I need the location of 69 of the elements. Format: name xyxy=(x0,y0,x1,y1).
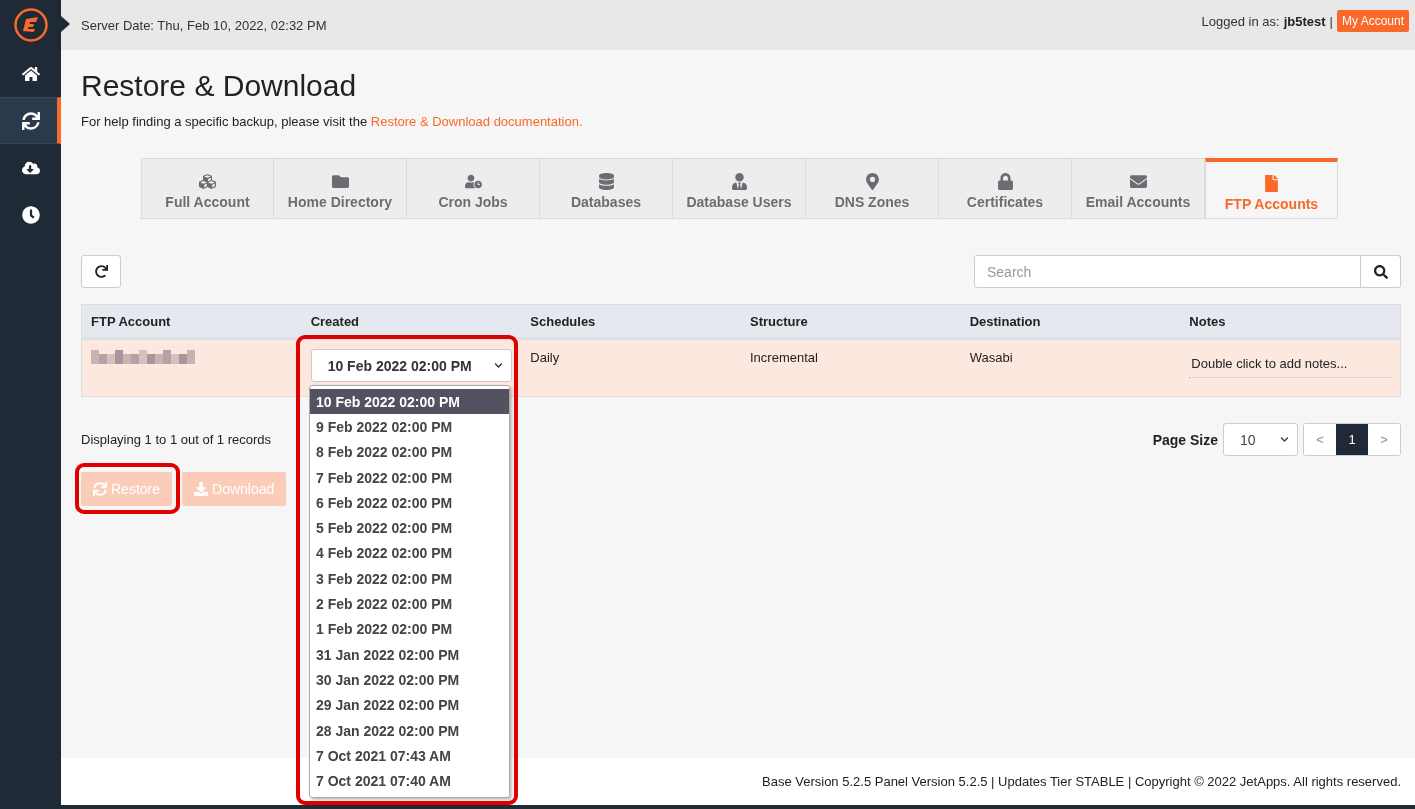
created-select[interactable]: 10 Feb 2022 02:00 PM xyxy=(310,349,512,382)
dropdown-option[interactable]: 7 Feb 2022 02:00 PM xyxy=(310,464,509,491)
folder-icon xyxy=(331,173,349,190)
sync-icon xyxy=(21,111,40,130)
tab[interactable]: Databases xyxy=(540,158,673,219)
page-size-label: Page Size xyxy=(1152,431,1218,448)
dropdown-option[interactable]: 10 Feb 2022 02:00 PM xyxy=(310,389,509,415)
tab[interactable]: Home Directory xyxy=(274,158,407,219)
chevron-icon xyxy=(1280,435,1289,444)
database-icon xyxy=(597,173,615,190)
sidebar-item[interactable] xyxy=(0,97,61,144)
dropdown-option[interactable]: 8 Feb 2022 02:00 PM xyxy=(310,439,509,465)
user-clock-icon xyxy=(464,173,482,190)
tab[interactable]: Email Accounts xyxy=(1072,158,1205,219)
dropdown-option[interactable]: 1 Feb 2022 02:00 PM xyxy=(310,616,509,642)
table-cell-text: Incremental xyxy=(749,349,819,367)
column-header: Destination xyxy=(960,305,1181,340)
map-pin-icon xyxy=(863,173,881,190)
envelope-icon xyxy=(1129,173,1147,190)
clock-icon xyxy=(21,205,40,224)
tab[interactable]: Database Users xyxy=(673,158,806,219)
dropdown-option[interactable]: 5 Feb 2022 02:00 PM xyxy=(310,515,509,541)
column-header: FTP Account xyxy=(82,305,302,340)
dropdown-option[interactable]: 9 Feb 2022 02:00 PM xyxy=(310,414,509,440)
separator: | xyxy=(1329,13,1333,29)
dropdown-option[interactable]: 7 Oct 2021 07:40 AM xyxy=(310,768,509,794)
page-button[interactable]: 1 xyxy=(1336,424,1368,455)
dropdown-option[interactable]: 7 Oct 2021 07:43 AM xyxy=(310,743,509,769)
home-icon xyxy=(21,64,40,83)
table-row[interactable]: 10 Feb 2022 02:00 PM Daily Incremental Wasabi Double click to add notes... xyxy=(82,340,1400,396)
logged-in-label: Logged in as: xyxy=(1201,13,1280,29)
dropdown-option[interactable]: 31 Jan 2022 02:00 PM xyxy=(310,641,509,668)
notes-field[interactable]: Double click to add notes... xyxy=(1189,356,1391,378)
cubes-icon xyxy=(199,173,216,190)
footer-text: Base Version 5.2.5 Panel Version 5.2.5 | Updates Tier STABLE | Copyright © 2022 JetApps. All rights reserved. xyxy=(762,774,1401,789)
dropdown-option[interactable]: 28 Jan 2022 02:00 PM xyxy=(310,717,509,744)
dropdown-option[interactable]: 30 Jan 2022 02:00 PM xyxy=(310,667,509,693)
file-icon xyxy=(1263,174,1280,192)
search-button[interactable] xyxy=(1361,255,1401,288)
column-header: Notes xyxy=(1180,305,1400,340)
refresh-button[interactable] xyxy=(81,255,121,288)
logo-icon xyxy=(13,8,48,42)
dropdown-option[interactable]: 6 Feb 2022 02:00 PM xyxy=(310,490,509,516)
username: jb5test xyxy=(1283,13,1326,29)
refresh-icon xyxy=(94,265,108,278)
help-text: For help finding a specific backup, please visit the Restore & Download documentation. xyxy=(81,114,584,129)
tab[interactable]: Certificates xyxy=(939,158,1072,219)
tab[interactable]: DNS Zones xyxy=(806,158,939,219)
column-header: Structure xyxy=(741,305,961,340)
user-icon xyxy=(730,173,748,190)
lock-icon xyxy=(996,173,1014,190)
tab[interactable]: Cron Jobs xyxy=(407,158,540,219)
download-icon xyxy=(194,482,209,496)
dropdown-option[interactable]: 29 Jan 2022 02:00 PM xyxy=(310,692,509,718)
table-cell-text: Wasabi xyxy=(968,349,1014,367)
search-field[interactable]: Search xyxy=(974,255,1361,288)
page-size-select[interactable]: 10 xyxy=(1223,423,1298,456)
search-icon xyxy=(1373,264,1388,279)
column-header: Schedules xyxy=(521,305,741,340)
sync-icon xyxy=(93,482,107,496)
tab[interactable]: Full Account xyxy=(141,158,274,219)
dropdown-option[interactable]: 2 Feb 2022 02:00 PM xyxy=(310,591,509,617)
records-count: Displaying 1 to 1 out of 1 records xyxy=(81,432,272,447)
dropdown-option[interactable]: 4 Feb 2022 02:00 PM xyxy=(310,540,509,567)
dropdown-option[interactable]: 3 Feb 2022 02:00 PM xyxy=(310,566,509,592)
chevron-icon xyxy=(493,361,503,370)
page-title: Restore & Download xyxy=(81,68,358,104)
server-date: Server Date: Thu, Feb 10, 2022, 02:32 PM xyxy=(81,17,327,33)
table-cell-text: Daily xyxy=(529,349,561,367)
